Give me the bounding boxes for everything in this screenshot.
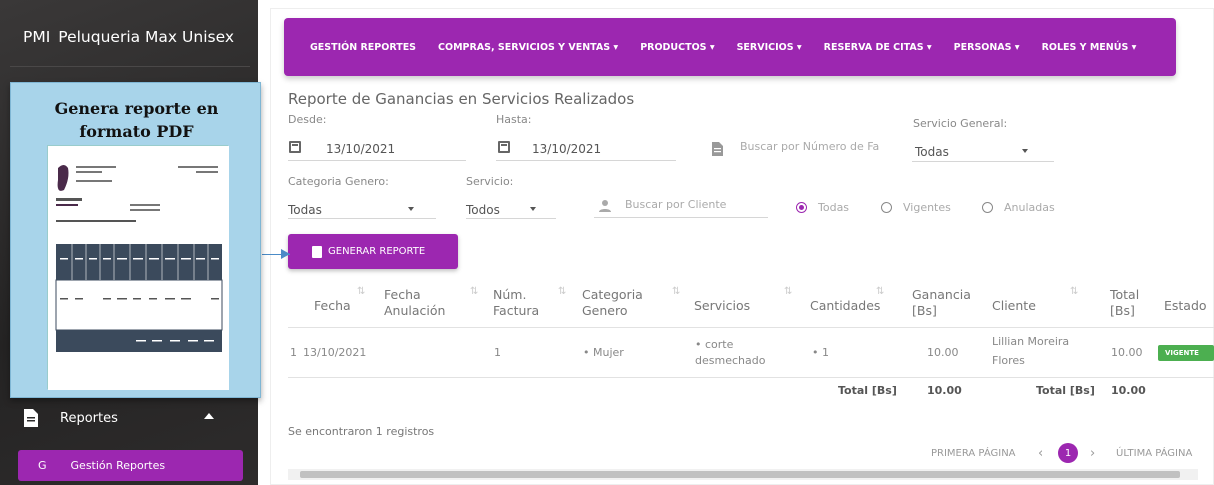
th-categoria[interactable]: Categoria Genero: [582, 287, 650, 319]
total-label: Total [Bs]: [1036, 384, 1095, 397]
first-page-link[interactable]: PRIMERA PÁGINA: [931, 448, 1016, 459]
last-page-link[interactable]: ÚLTIMA PÁGINA: [1116, 448, 1192, 459]
nav-item-productos[interactable]: PRODUCTOS ▾: [640, 42, 714, 53]
cell-fecha: 13/10/2021: [303, 346, 367, 359]
chevron-down-icon: [1022, 149, 1028, 153]
calendar-icon[interactable]: [498, 141, 510, 153]
th-total[interactable]: Total [Bs]: [1110, 287, 1150, 319]
sort-icon[interactable]: ⇅: [784, 286, 792, 297]
file-icon: [24, 409, 38, 427]
cell-ganancia: 10.00: [927, 346, 959, 359]
sort-icon[interactable]: ⇅: [672, 286, 680, 297]
sort-icon[interactable]: ⇅: [470, 286, 478, 297]
calendar-icon[interactable]: [289, 141, 301, 153]
servicio-general-select[interactable]: Todas: [915, 145, 949, 159]
callout-line-2: formato PDF: [79, 122, 194, 141]
person-icon: [598, 198, 612, 217]
sort-icon[interactable]: ⇅: [558, 286, 566, 297]
cell-cliente-2: Flores: [992, 354, 1025, 367]
document-icon: [712, 141, 723, 160]
categoria-select[interactable]: Todas: [288, 203, 322, 217]
sort-icon[interactable]: ⇅: [1070, 286, 1078, 297]
cliente-search-input[interactable]: Buscar por Cliente: [625, 198, 726, 211]
total-value: 10.00: [927, 384, 962, 397]
nav-item-roles-menus[interactable]: ROLES Y MENÚS ▾: [1042, 42, 1137, 53]
radio-vigentes-label: Vigentes: [903, 201, 951, 214]
sidebar-subitem-initial: G: [38, 459, 47, 472]
chevron-right-icon[interactable]: ›: [1090, 446, 1095, 461]
arrow-icon: [281, 249, 290, 259]
nav-item-reserva-citas[interactable]: RESERVA DE CITAS ▾: [824, 42, 932, 53]
row-index: 1: [290, 346, 297, 359]
nav-item-compras[interactable]: COMPRAS, SERVICIOS Y VENTAS ▾: [438, 42, 618, 53]
nav-item-gestion-reportes[interactable]: GESTIÓN REPORTES: [310, 42, 416, 53]
records-count: Se encontraron 1 registros: [288, 425, 435, 438]
hasta-label: Hasta:: [496, 113, 532, 126]
cell-servicio-1: • corte: [695, 338, 734, 351]
th-estado[interactable]: Estado: [1164, 298, 1207, 314]
servicio-general-label: Servicio General:: [913, 117, 1008, 130]
radio-todas[interactable]: [796, 202, 807, 213]
cell-cantidad: • 1: [812, 346, 829, 359]
th-num-factura[interactable]: Núm. Factura: [493, 287, 543, 319]
horizontal-scrollbar[interactable]: [288, 469, 1198, 480]
nav-item-servicios[interactable]: SERVICIOS ▾: [737, 42, 802, 53]
sort-icon[interactable]: ⇅: [876, 286, 884, 297]
divider: [10, 66, 250, 67]
generar-reporte-label: GENERAR REPORTE: [328, 246, 426, 257]
cell-factura: 1: [494, 346, 501, 359]
cell-categoria: • Mujer: [583, 346, 624, 359]
servicio-label: Servicio:: [466, 175, 514, 188]
brand[interactable]: PMI Peluqueria Max Unisex: [23, 28, 234, 46]
factura-search-input[interactable]: Buscar por Número de Fa: [740, 140, 879, 153]
sidebar-item-gestion-reportes[interactable]: G Gestión Reportes: [18, 450, 243, 481]
chevron-left-icon[interactable]: ‹: [1038, 446, 1043, 461]
brand-short: PMI: [23, 28, 51, 46]
radio-vigentes[interactable]: [881, 202, 892, 213]
pdf-file-icon: [312, 245, 322, 258]
desde-field[interactable]: 13/10/2021: [326, 142, 395, 156]
radio-anuladas-label: Anuladas: [1004, 201, 1055, 214]
radio-todas-label: Todas: [818, 201, 850, 214]
cell-cliente-1: Lillian Moreira: [992, 335, 1070, 348]
nav-item-personas[interactable]: PERSONAS ▾: [954, 42, 1020, 53]
th-ganancia[interactable]: Ganancia [Bs]: [912, 287, 974, 319]
page-number-button[interactable]: 1: [1058, 443, 1078, 463]
chevron-down-icon: [530, 207, 536, 211]
cell-total: 10.00: [1111, 346, 1143, 359]
sidebar-item-reportes[interactable]: Reportes: [14, 400, 244, 436]
th-fecha-anulacion[interactable]: Fecha Anulación: [384, 287, 454, 319]
generar-reporte-button[interactable]: GENERAR REPORTE: [288, 234, 458, 269]
top-navigation: GESTIÓN REPORTES COMPRAS, SERVICIOS Y VE…: [284, 18, 1176, 76]
callout-line-1: Genera reporte en: [54, 99, 219, 118]
pdf-preview-image: [47, 145, 229, 390]
brand-name: Peluqueria Max Unisex: [58, 28, 235, 46]
sidebar-subitem-label: Gestión Reportes: [70, 459, 166, 472]
total-value: 10.00: [1111, 384, 1146, 397]
total-label: Total [Bs]: [838, 384, 897, 397]
th-servicios[interactable]: Servicios: [694, 298, 750, 314]
chevron-down-icon: [408, 207, 414, 211]
callout-box: Genera reporte en formato PDF: [10, 82, 261, 398]
servicio-select[interactable]: Todos: [466, 203, 500, 217]
categoria-label: Categoria Genero:: [288, 175, 389, 188]
sidebar-item-label: Reportes: [60, 410, 118, 426]
cell-servicio-2: desmechado: [695, 354, 766, 367]
chevron-up-icon: [204, 413, 214, 419]
desde-label: Desde:: [288, 113, 327, 126]
th-cantidades[interactable]: Cantidades: [810, 298, 880, 314]
page-title: Reporte de Ganancias en Servicios Realiz…: [288, 90, 635, 108]
scrollbar-thumb[interactable]: [300, 471, 1180, 478]
th-fecha[interactable]: Fecha: [314, 298, 351, 314]
th-cliente[interactable]: Cliente: [992, 298, 1036, 314]
hasta-field[interactable]: 13/10/2021: [532, 142, 601, 156]
radio-anuladas[interactable]: [982, 202, 993, 213]
status-badge: VIGENTE: [1158, 345, 1214, 361]
sort-icon[interactable]: ⇅: [357, 286, 365, 297]
